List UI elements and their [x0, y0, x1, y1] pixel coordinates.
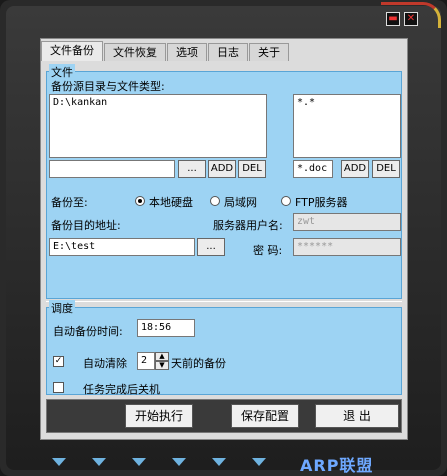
schedule-group: 调度 自动备份时间: 18:56 ✓ 自动清除 2 ▲ ▼ 天前的备份 任务完成… — [46, 300, 402, 396]
source-list-item[interactable]: D:\kankan — [53, 97, 263, 108]
type-list[interactable]: *.* — [293, 94, 401, 158]
radio-ftp-label[interactable]: FTP服务器 — [295, 194, 348, 210]
shutdown-label: 任务完成后关机 — [83, 383, 160, 396]
main-panel: 文件备份 文件恢复 选项 日志 关于 文件 备份源目录与文件类型: D:\kan… — [40, 38, 408, 440]
type-list-item[interactable]: *.* — [297, 97, 397, 108]
radio-lan[interactable] — [210, 196, 220, 206]
server-user-label: 服务器用户名: — [213, 219, 283, 232]
backup-to-label: 备份至: — [51, 196, 88, 209]
divider — [46, 301, 402, 302]
source-label: 备份源目录与文件类型: — [51, 80, 165, 93]
add-type-button[interactable]: ADD — [341, 160, 369, 178]
close-icon[interactable]: ✕ — [404, 12, 418, 26]
auto-backup-time-label: 自动备份时间: — [53, 325, 123, 338]
browse-source-button[interactable]: ... — [178, 160, 206, 178]
tab-about[interactable]: 关于 — [249, 43, 289, 61]
days-up-icon[interactable]: ▲ — [155, 352, 169, 361]
password-input[interactable]: ****** — [293, 238, 401, 256]
add-source-button[interactable]: ADD — [208, 160, 236, 178]
days-input[interactable]: 2 — [137, 352, 155, 370]
tab-bar: 文件备份 文件恢复 选项 日志 关于 — [41, 41, 290, 63]
browse-dest-button[interactable]: ... — [197, 238, 225, 256]
file-group: 文件 备份源目录与文件类型: D:\kankan *.* ... ADD DEL… — [46, 64, 402, 299]
exit-button[interactable]: 退 出 — [315, 404, 399, 428]
radio-lan-label[interactable]: 局域网 — [224, 194, 257, 210]
radio-ftp[interactable] — [281, 196, 291, 206]
radio-local-disk[interactable] — [135, 196, 145, 206]
schedule-group-title: 调度 — [49, 300, 75, 316]
dest-label: 备份目的地址: — [51, 219, 121, 232]
days-suffix-label: 天前的备份 — [171, 357, 226, 370]
dest-input[interactable]: E:\test — [49, 238, 195, 256]
tab-file-backup[interactable]: 文件备份 — [41, 41, 103, 61]
brand-logo: ARP联盟 — [300, 456, 374, 475]
auto-backup-time-input[interactable]: 18:56 — [137, 319, 195, 337]
start-button[interactable]: 开始执行 — [125, 404, 193, 428]
password-label: 密 码: — [253, 244, 283, 257]
auto-clear-checkbox[interactable]: ✓ — [53, 356, 64, 367]
button-bar: 开始执行 保存配置 退 出 — [46, 399, 402, 433]
radio-local-disk-label[interactable]: 本地硬盘 — [149, 194, 193, 210]
minimize-icon[interactable]: ▬ — [386, 12, 400, 26]
tab-file-restore[interactable]: 文件恢复 — [104, 43, 166, 61]
server-user-input[interactable]: zwt — [293, 213, 401, 231]
type-input[interactable]: *.doc — [293, 160, 333, 178]
tab-options[interactable]: 选项 — [167, 43, 207, 61]
shutdown-checkbox[interactable] — [53, 382, 64, 393]
path-input[interactable] — [49, 160, 175, 178]
auto-clear-label: 自动清除 — [83, 357, 127, 370]
source-list[interactable]: D:\kankan — [49, 94, 267, 158]
save-config-button[interactable]: 保存配置 — [231, 404, 299, 428]
del-type-button[interactable]: DEL — [372, 160, 400, 178]
window-frame: ▬ ✕ 文件备份 文件恢复 选项 日志 关于 文件 备份源目录与文件类型: D:… — [0, 0, 447, 476]
days-down-icon[interactable]: ▼ — [155, 361, 169, 370]
tab-log[interactable]: 日志 — [208, 43, 248, 61]
del-source-button[interactable]: DEL — [238, 160, 266, 178]
